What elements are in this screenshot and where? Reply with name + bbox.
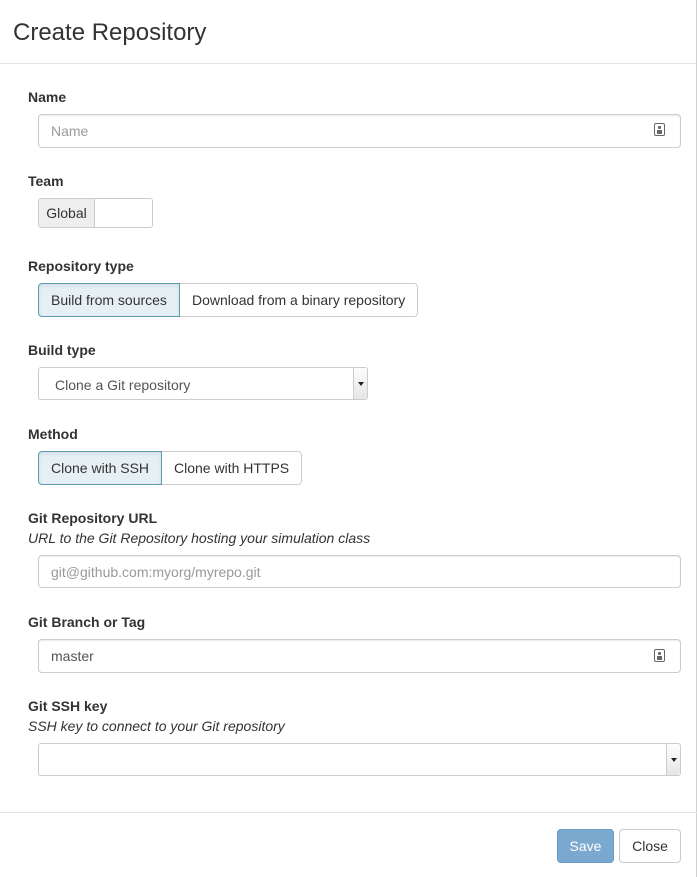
download-binary-button[interactable]: Download from a binary repository [179, 283, 418, 317]
git-url-label: Git Repository URL [28, 510, 158, 526]
contact-card-icon [654, 649, 665, 662]
name-input[interactable] [38, 114, 681, 148]
repository-type-toggle: Build from sources Download from a binar… [38, 283, 418, 317]
dialog-body: Name Team Global Repository type Build f… [0, 64, 696, 812]
team-input[interactable] [95, 199, 152, 227]
git-ssh-key-select[interactable] [38, 743, 681, 776]
git-branch-label: Git Branch or Tag [28, 614, 146, 630]
name-label: Name [28, 89, 67, 105]
team-label: Team [28, 173, 64, 189]
method-toggle: Clone with SSH Clone with HTTPS [38, 451, 302, 485]
dialog-title: Create Repository [13, 19, 207, 46]
team-addon: Global [39, 199, 95, 227]
create-repository-dialog: Create Repository Name Team Global Repos… [0, 0, 697, 877]
dialog-footer: Save Close [0, 812, 697, 877]
dialog-header: Create Repository [0, 0, 696, 64]
clone-https-button[interactable]: Clone with HTTPS [161, 451, 302, 485]
clone-ssh-button[interactable]: Clone with SSH [38, 451, 162, 485]
git-ssh-key-label: Git SSH key [28, 698, 108, 714]
save-button[interactable]: Save [557, 829, 614, 863]
method-label: Method [28, 426, 78, 442]
build-type-value: Clone a Git repository [55, 377, 191, 393]
build-type-select[interactable]: Clone a Git repository [38, 367, 368, 400]
build-from-sources-button[interactable]: Build from sources [38, 283, 180, 317]
git-ssh-key-help: SSH key to connect to your Git repositor… [28, 718, 285, 734]
team-selector[interactable]: Global [38, 198, 153, 228]
git-url-input[interactable] [38, 555, 681, 588]
contact-card-icon [654, 123, 665, 136]
repository-type-label: Repository type [28, 258, 134, 274]
close-button[interactable]: Close [619, 829, 681, 863]
git-url-help: URL to the Git Repository hosting your s… [28, 530, 371, 546]
git-branch-input[interactable] [38, 639, 681, 673]
build-type-label: Build type [28, 342, 96, 358]
dropdown-arrow-icon [353, 368, 367, 399]
dropdown-arrow-icon [666, 744, 680, 775]
